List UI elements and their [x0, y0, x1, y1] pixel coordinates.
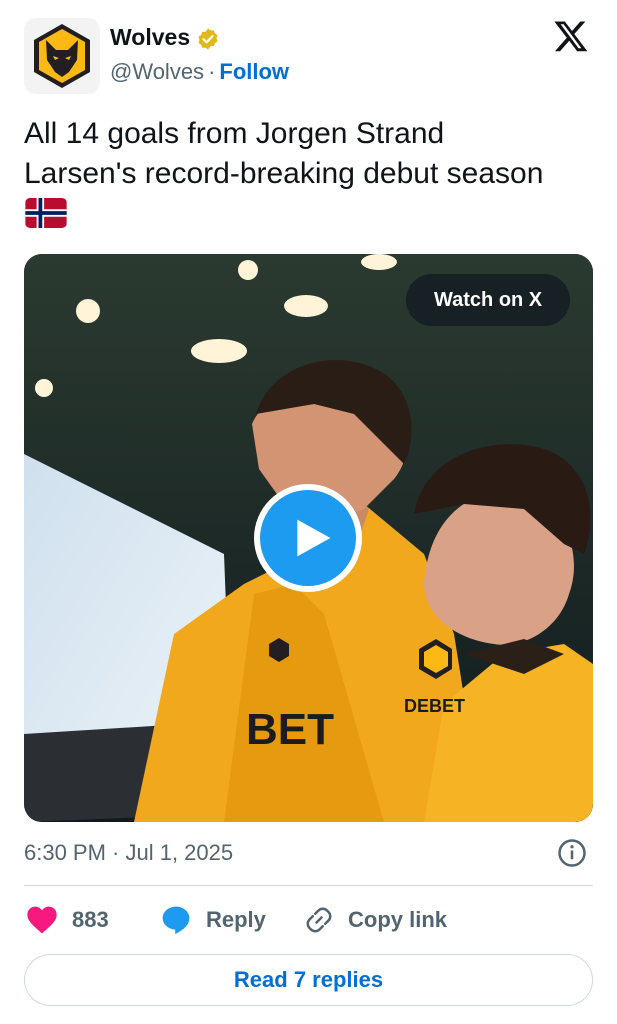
author-name[interactable]: Wolves	[110, 24, 190, 51]
wolves-logo-icon	[34, 24, 90, 88]
like-count: 883	[72, 907, 109, 932]
verified-badge-icon	[198, 28, 218, 50]
shirt-sponsor-text-large: BET	[246, 705, 334, 754]
divider	[24, 885, 593, 886]
heart-icon	[27, 906, 57, 934]
copy-link-label: Copy link	[348, 907, 448, 932]
norway-flag-icon	[25, 198, 67, 228]
watch-on-x-button[interactable]: Watch on X	[406, 274, 571, 326]
handle-row: @Wolves · Follow	[110, 59, 289, 85]
x-logo-icon[interactable]	[552, 18, 590, 54]
tweet-timestamp[interactable]: 6:30 PM · Jul 1, 2025	[24, 840, 233, 866]
handle-separator: ·	[208, 59, 216, 84]
reply-label: Reply	[206, 907, 266, 932]
follow-link[interactable]: Follow	[219, 59, 289, 84]
reply-button[interactable]: Reply	[160, 900, 266, 940]
tweet-text-line-1: All 14 goals from Jorgen Strand	[24, 117, 445, 150]
tweet-text-line-2: Larsen's record-breaking debut season	[24, 157, 544, 190]
play-button-circle	[260, 490, 356, 586]
play-icon	[297, 519, 331, 557]
copy-link-button[interactable]: Copy link	[304, 900, 447, 940]
author-handle[interactable]: @Wolves	[110, 59, 204, 84]
info-icon[interactable]	[557, 838, 587, 868]
tweet-embed-card: Wolves @Wolves · Follow All 14 goals from …	[0, 0, 617, 1024]
wolves-avatar[interactable]	[24, 18, 100, 94]
reply-bubble-icon	[162, 906, 190, 934]
play-button[interactable]	[254, 484, 362, 592]
read-replies-button[interactable]: Read 7 replies	[24, 954, 593, 1006]
video-thumbnail[interactable]: BET DEBET Watch on X	[24, 254, 593, 822]
link-icon	[306, 907, 332, 933]
like-button[interactable]: 883	[26, 900, 109, 940]
shirt-sponsor-text-small: DEBET	[404, 696, 465, 716]
tweet-text: All 14 goals from Jorgen Strand Larsen's…	[24, 114, 599, 194]
